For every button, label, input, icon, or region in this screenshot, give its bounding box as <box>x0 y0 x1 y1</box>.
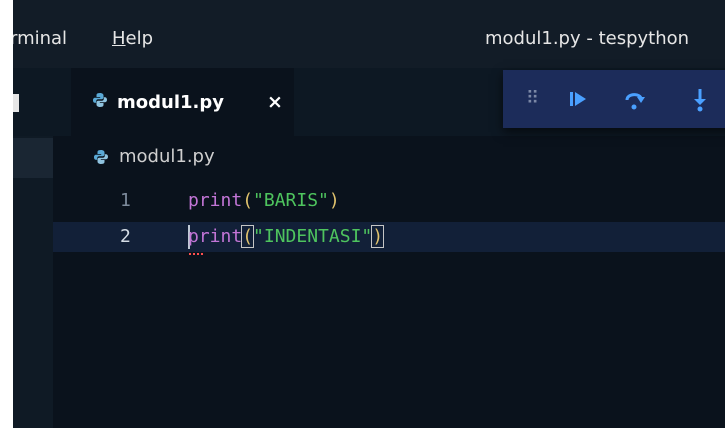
drag-handle-icon[interactable]: ⠿ <box>526 88 539 110</box>
menu-terminal[interactable]: rminal <box>13 28 67 49</box>
code-text: print("INDENTASI") <box>188 222 385 252</box>
step-into-icon[interactable] <box>693 88 707 117</box>
step-over-icon[interactable] <box>623 88 647 117</box>
tab-label: modul1.py <box>117 92 224 113</box>
debug-toolbar: ⠿ <box>503 70 725 128</box>
code-text: print("BARIS") <box>188 186 340 216</box>
vscode-window: rminal Help modul1.py - tespython modul1… <box>13 0 725 428</box>
tab-modul1-py[interactable]: modul1.py × <box>71 68 294 136</box>
code-paren-open: ( <box>242 190 254 211</box>
code-string: "INDENTASI" <box>253 226 373 247</box>
menu-help[interactable]: Help <box>112 28 153 49</box>
window-title: modul1.py - tespython <box>485 28 690 49</box>
breadcrumb-label: modul1.py <box>119 146 215 167</box>
close-icon[interactable]: × <box>267 91 283 113</box>
code-line[interactable]: 1 print("BARIS") <box>53 186 725 216</box>
continue-icon[interactable] <box>567 88 589 115</box>
code-keyword: print <box>188 226 243 247</box>
title-bar: rminal Help modul1.py - tespython <box>13 0 725 68</box>
code-line-current[interactable]: 2 print("INDENTASI") <box>53 222 725 255</box>
line-number: 1 <box>120 190 131 211</box>
line-number: 2 <box>120 226 131 247</box>
code-paren-open: ( <box>241 225 255 248</box>
tab-fragment <box>13 94 19 112</box>
code-paren-close: ) <box>328 190 340 211</box>
python-file-icon <box>93 149 109 170</box>
menu-help-label: elp <box>125 28 154 49</box>
code-string: "BARIS" <box>253 190 329 211</box>
code-keyword: print <box>188 190 243 211</box>
python-file-icon <box>92 92 108 113</box>
side-panel-selected-item[interactable] <box>13 138 53 178</box>
code-paren-close: ) <box>371 225 385 248</box>
side-panel <box>13 136 53 428</box>
menu-help-mnemonic: H <box>112 28 126 49</box>
